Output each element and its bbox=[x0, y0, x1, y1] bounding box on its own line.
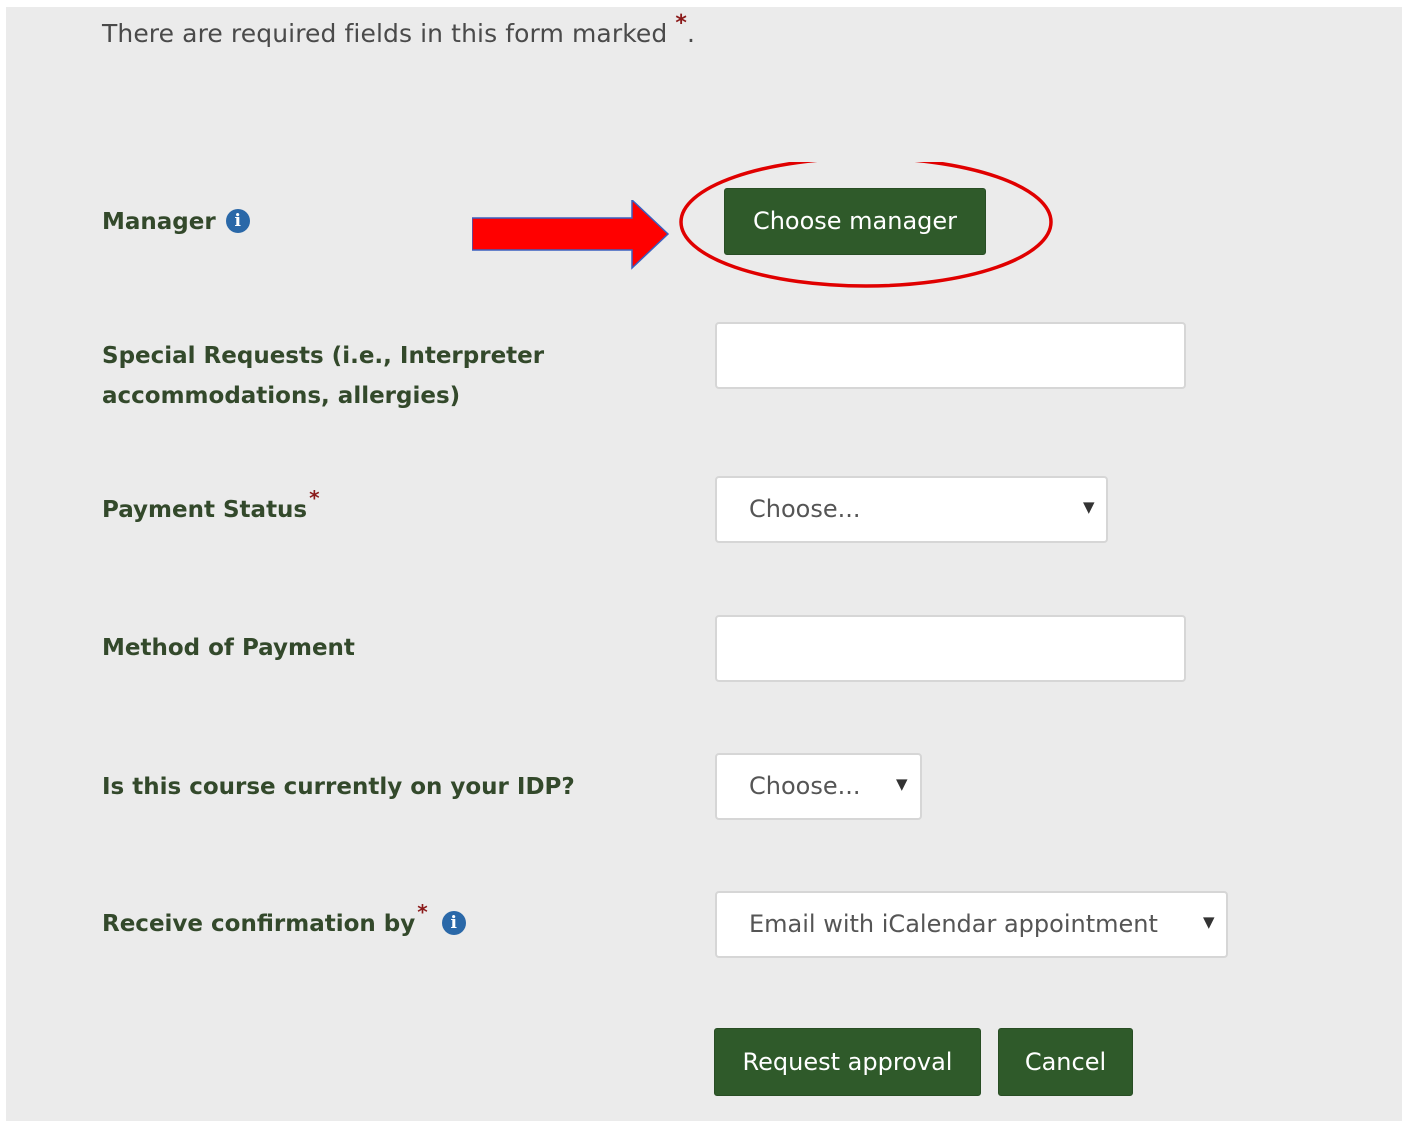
form-panel: There are required fields in this form m… bbox=[6, 7, 1402, 1121]
manager-label: Manager i bbox=[102, 202, 250, 242]
confirmation-required-asterisk: * bbox=[417, 900, 428, 924]
special-requests-input[interactable] bbox=[715, 322, 1186, 389]
payment-status-label-text: Payment Status bbox=[102, 497, 308, 523]
payment-status-required-asterisk: * bbox=[309, 486, 320, 510]
required-notice-text: There are required fields in this form m… bbox=[102, 19, 668, 48]
info-icon[interactable]: i bbox=[225, 208, 250, 233]
required-fields-notice: There are required fields in this form m… bbox=[102, 11, 696, 48]
manager-label-text: Manager bbox=[102, 209, 216, 235]
confirmation-selected-value: Email with iCalendar appointment bbox=[749, 910, 1158, 938]
idp-label: Is this course currently on your IDP? bbox=[102, 774, 575, 800]
confirmation-label-text: Receive confirmation by bbox=[102, 911, 416, 937]
idp-select[interactable]: Choose... ▼ bbox=[715, 753, 922, 820]
idp-selected-value: Choose... bbox=[749, 772, 861, 800]
special-requests-label-line1: Special Requests (i.e., Interpreter bbox=[102, 343, 545, 369]
red-circle-annotation bbox=[679, 162, 1053, 288]
payment-status-select[interactable]: Choose... ▼ bbox=[715, 476, 1108, 543]
red-arrow-annotation bbox=[472, 200, 670, 270]
payment-status-selected-value: Choose... bbox=[749, 495, 861, 523]
method-of-payment-label: Method of Payment bbox=[102, 635, 355, 661]
info-icon[interactable]: i bbox=[441, 910, 466, 935]
chevron-down-icon: ▼ bbox=[896, 775, 908, 793]
required-asterisk: * bbox=[675, 11, 687, 36]
special-requests-label-line2: accommodations, allergies) bbox=[102, 383, 461, 409]
confirmation-select[interactable]: Email with iCalendar appointment ▼ bbox=[715, 891, 1228, 958]
special-requests-label: Special Requests (i.e., Interpreter acco… bbox=[102, 336, 544, 416]
confirmation-label: Receive confirmation by * i bbox=[102, 900, 466, 944]
payment-status-label: Payment Status * bbox=[102, 486, 320, 530]
notice-period: . bbox=[686, 19, 696, 48]
method-of-payment-input[interactable] bbox=[715, 615, 1186, 682]
request-approval-button[interactable]: Request approval bbox=[714, 1028, 981, 1096]
chevron-down-icon: ▼ bbox=[1203, 913, 1215, 931]
cancel-button[interactable]: Cancel bbox=[998, 1028, 1133, 1096]
chevron-down-icon: ▼ bbox=[1083, 498, 1095, 516]
